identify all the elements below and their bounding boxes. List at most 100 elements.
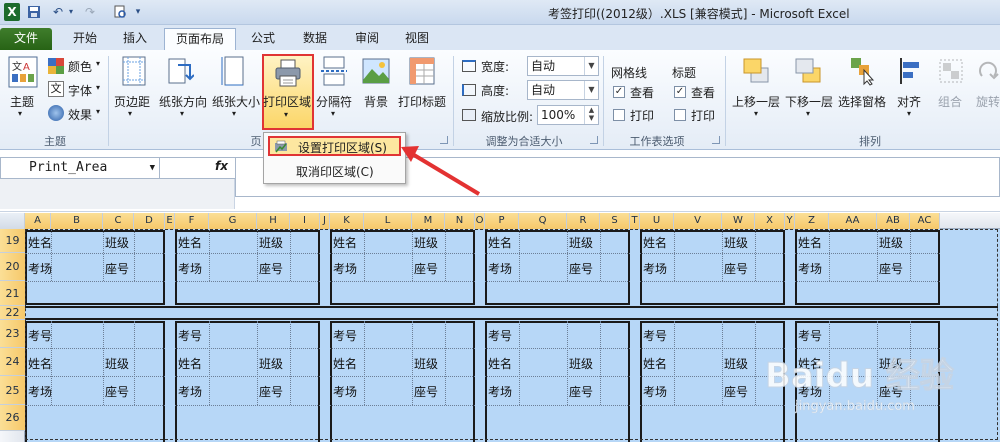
size-dropdown-icon[interactable]: ▾ [232,109,236,118]
breaks-button[interactable]: 分隔符 [316,93,352,110]
excel-app-icon[interactable]: X [4,3,20,21]
effects-button[interactable]: 效果 [68,106,92,123]
clear-print-area-item[interactable]: 取消印区域(C) [268,160,401,180]
column-header-z[interactable]: Z [795,213,829,229]
row-header-24[interactable]: 24 [0,348,25,376]
print-titles-icon[interactable] [408,56,436,86]
send-backward-icon[interactable] [794,56,822,86]
themes-dropdown-icon[interactable]: ▾ [18,109,22,118]
size-button[interactable]: 纸张大小 [212,93,260,110]
tab-view[interactable]: 视图 [394,28,440,50]
gridlines-view-checkbox[interactable]: ✓ [613,86,625,98]
spinner-icon[interactable]: ▲ ▼ [584,106,598,124]
column-header-b[interactable]: B [51,213,103,229]
select-all-button[interactable] [0,213,25,229]
column-header-g[interactable]: G [209,213,257,229]
row-header-20[interactable]: 20 [0,253,25,281]
column-header-p[interactable]: P [485,213,519,229]
row-header-22[interactable]: 22 [0,306,25,320]
print-titles-button[interactable]: 打印标题 [398,93,446,110]
tab-formulas[interactable]: 公式 [240,28,286,50]
selection-pane-button[interactable]: 选择窗格 [838,93,886,110]
colors-button[interactable]: 颜色 [68,58,92,75]
margins-dropdown-icon[interactable]: ▾ [128,109,132,118]
column-header-o[interactable]: O [475,213,485,229]
column-header-ac[interactable]: AC [910,213,940,229]
row-header-19[interactable]: 19 [0,229,25,253]
row-header-26[interactable]: 26 [0,405,25,431]
customize-toolbar-icon[interactable]: ▾ [132,3,144,21]
set-print-area-item[interactable]: 设置打印区域(S) [268,136,401,156]
align-icon[interactable] [897,56,925,86]
row-header-23[interactable]: 23 [0,320,25,348]
tab-page-layout[interactable]: 页面布局 [164,28,236,50]
column-header-l[interactable]: L [364,213,412,229]
column-header-h[interactable]: H [257,213,290,229]
orientation-dropdown-icon[interactable]: ▾ [180,109,184,118]
save-icon[interactable] [26,3,42,21]
column-header-e[interactable]: E [165,213,175,229]
headings-view-checkbox[interactable]: ✓ [674,86,686,98]
column-header-j[interactable]: J [320,213,330,229]
redo-icon[interactable]: ↷ [82,3,98,21]
tab-home[interactable]: 开始 [62,28,108,50]
headings-print-checkbox[interactable] [674,109,686,121]
column-header-aa[interactable]: AA [829,213,877,229]
column-header-a[interactable]: A [25,213,51,229]
print-area-button[interactable]: 打印区域 ▾ [262,54,314,130]
tab-file[interactable]: 文件 [0,28,52,50]
margins-icon[interactable] [120,56,148,86]
colors-dropdown-icon[interactable]: ▾ [96,59,100,68]
background-icon[interactable] [362,56,390,86]
rotate-icon[interactable] [976,56,1000,86]
column-header-c[interactable]: C [103,213,134,229]
column-header-d[interactable]: D [134,213,165,229]
undo-dropdown-icon[interactable]: ▾ [66,3,76,21]
scale-launcher-icon[interactable] [590,136,598,144]
themes-button[interactable]: 主题 [10,93,34,110]
align-dropdown-icon[interactable]: ▾ [907,109,911,118]
column-header-m[interactable]: M [412,213,445,229]
column-header-ab[interactable]: AB [877,213,910,229]
column-header-y[interactable]: Y [785,213,795,229]
bring-forward-dropdown-icon[interactable]: ▾ [754,109,758,118]
column-header-t[interactable]: T [630,213,640,229]
column-header-n[interactable]: N [445,213,475,229]
insert-function-icon[interactable]: fx [215,159,228,173]
name-box[interactable]: Print_Area ▼ [0,157,160,179]
orientation-button[interactable]: 纸张方向 [159,93,207,110]
sheet-options-launcher-icon[interactable] [712,136,720,144]
tab-data[interactable]: 数据 [292,28,338,50]
column-header-x[interactable]: X [755,213,785,229]
breaks-icon[interactable] [320,56,348,86]
column-header-w[interactable]: W [722,213,755,229]
orientation-icon[interactable] [166,56,195,86]
fonts-button[interactable]: 字体 [68,82,92,99]
column-header-v[interactable]: V [674,213,722,229]
send-backward-dropdown-icon[interactable]: ▾ [806,109,810,118]
breaks-dropdown-icon[interactable]: ▾ [331,109,335,118]
width-select[interactable]: 自动 ▼ [527,56,599,76]
column-header-k[interactable]: K [330,213,364,229]
row-header-21[interactable]: 21 [0,281,25,306]
group-icon[interactable] [937,56,965,86]
effects-dropdown-icon[interactable]: ▾ [96,107,100,116]
column-header-q[interactable]: Q [519,213,567,229]
tab-insert[interactable]: 插入 [112,28,158,50]
scale-spinner[interactable]: 100% ▲ ▼ [537,105,599,125]
column-header-u[interactable]: U [640,213,674,229]
fonts-dropdown-icon[interactable]: ▾ [96,83,100,92]
height-select[interactable]: 自动 ▼ [527,80,599,100]
rotate-button[interactable]: 旋转 [976,93,1000,110]
tab-review[interactable]: 审阅 [344,28,390,50]
column-header-r[interactable]: R [567,213,600,229]
send-backward-button[interactable]: 下移一层 [785,93,833,110]
row-header-25[interactable]: 25 [0,376,25,405]
group-button[interactable]: 组合 [938,93,962,110]
margins-button[interactable]: 页边距 [114,93,150,110]
themes-icon[interactable]: 文A [8,56,38,88]
background-button[interactable]: 背景 [364,93,388,110]
bring-forward-icon[interactable] [742,56,770,86]
chevron-down-icon[interactable]: ▼ [150,158,155,178]
size-icon[interactable] [220,56,248,86]
